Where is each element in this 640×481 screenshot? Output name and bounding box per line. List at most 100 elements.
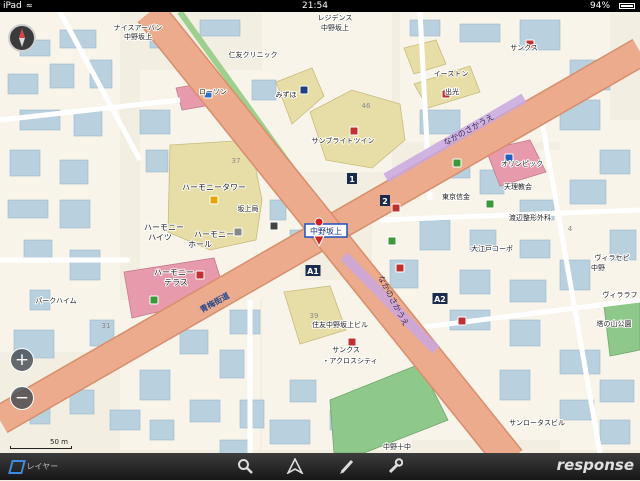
layers-button[interactable]: レイヤー — [8, 455, 70, 478]
poi-icon[interactable] — [457, 316, 467, 326]
building — [409, 19, 441, 37]
poi-icon[interactable] — [387, 236, 397, 246]
label-nakano-juchu: 中野十中 — [383, 442, 411, 451]
park-tou-no-yama — [603, 299, 640, 357]
scale-line — [10, 446, 72, 449]
building — [7, 73, 39, 95]
poi-icon[interactable] — [485, 199, 495, 209]
label-residence-2: 中野坂上 — [321, 23, 349, 32]
building-number: 39 — [310, 312, 319, 320]
building — [219, 349, 245, 379]
label-nice-urban: ナイスアーバン — [114, 24, 163, 32]
label-harmony-terrace-2: テラス — [164, 278, 188, 287]
map-canvas[interactable]: 青梅街道なかのさかうえなかのさかうえ463731394ナイスアーバンナイスアーバ… — [0, 12, 640, 453]
building — [139, 369, 171, 401]
label-villa-sequoia: ヴィラセピ — [595, 253, 630, 262]
label-park-tou: 塔の山公園 — [597, 319, 632, 328]
label-harmony-heights: ハーモニー — [144, 223, 184, 232]
label-tenri: 天理教会 — [504, 182, 532, 191]
building — [519, 239, 551, 259]
poi-icon[interactable] — [452, 158, 462, 168]
scale-bar: 50 m — [10, 438, 72, 450]
clock: 21:54 — [302, 1, 328, 11]
compass-icon — [19, 29, 25, 47]
building — [145, 149, 169, 173]
exit-2: 2 — [382, 197, 388, 206]
label-sunroad: サンロータスビル — [509, 418, 565, 427]
battery-percent: 94% — [590, 1, 611, 11]
tools-button[interactable] — [384, 455, 406, 478]
pencil-icon — [340, 459, 354, 474]
building — [59, 159, 89, 185]
status-bar: iPad ≈ 21:54 94% — [0, 0, 640, 12]
building — [289, 379, 317, 403]
poi-icon[interactable] — [233, 227, 243, 237]
building — [599, 419, 631, 445]
search-button[interactable] — [234, 455, 256, 478]
navigate-icon — [286, 457, 304, 476]
poi-icon[interactable] — [149, 295, 159, 305]
building — [73, 109, 103, 137]
label-idemitsu: 出光 — [445, 87, 459, 96]
building — [419, 219, 451, 251]
zoom-in-button[interactable]: + — [10, 348, 34, 372]
building — [229, 309, 261, 335]
navigate-button[interactable] — [284, 455, 306, 478]
building — [189, 399, 221, 423]
exit-1: 1 — [349, 175, 355, 184]
zoom-out-button[interactable]: − — [10, 386, 34, 410]
label-oedo-corp: 大江戸コーポ — [471, 244, 513, 253]
building — [269, 419, 311, 445]
poi-icon[interactable] — [349, 126, 359, 136]
label-sunks-across: サンクス — [332, 346, 360, 354]
label-sakaue-kyoku: 坂上局 — [238, 204, 259, 213]
poi-icon[interactable] — [209, 195, 219, 205]
building — [569, 179, 607, 205]
building — [49, 63, 75, 89]
label-olympic: オリンピック — [501, 160, 543, 168]
poi-icon[interactable] — [347, 337, 357, 347]
building — [109, 409, 141, 431]
building — [499, 369, 531, 401]
poi-icon[interactable] — [269, 221, 279, 231]
label-lawson: ローソン — [199, 88, 227, 96]
wifi-icon: ≈ — [26, 1, 33, 10]
building — [509, 279, 547, 303]
building — [459, 269, 491, 295]
device-name: iPad — [3, 1, 22, 11]
layers-icon — [8, 459, 26, 474]
battery-icon — [619, 3, 635, 9]
exit-a1: A1 — [307, 267, 319, 276]
label-sumitomo: 住友中野坂上ビル — [312, 320, 368, 329]
layers-label: レイヤー — [26, 462, 59, 471]
poi-icon[interactable] — [299, 85, 309, 95]
poi-icon[interactable] — [395, 263, 405, 273]
watermark-text: response — [556, 456, 634, 474]
watermark: response — [528, 454, 634, 476]
label-park-heim: パークハイム — [35, 297, 76, 305]
building-number: 37 — [232, 157, 241, 165]
label-sunks-across-2: ・アクロスシティ — [322, 357, 377, 365]
building — [559, 349, 601, 375]
label-tokyo-shinkin: 東京信金 — [442, 192, 470, 201]
poi-icon[interactable] — [195, 270, 205, 280]
label-nice-urban-2: 中野坂上 — [124, 32, 152, 41]
exit-a2: A2 — [434, 295, 446, 304]
label-watanabe-clinic: 渡辺整形外科 — [509, 213, 551, 222]
map-view[interactable]: 青梅街道 なかのさかうえ なかのさかうえ 46 37 31 39 4 ナイスアーバン ナイスアーバ… — [0, 12, 640, 453]
label-residence: レジデンス — [318, 13, 353, 22]
poi-icon[interactable] — [391, 203, 401, 213]
building — [59, 199, 91, 229]
compass-button[interactable] — [8, 24, 36, 52]
edit-button[interactable] — [336, 455, 358, 478]
label-villa-lafo: ヴィララフ — [603, 290, 638, 299]
wrench-icon — [388, 458, 404, 474]
station-icon[interactable] — [314, 217, 324, 227]
building — [69, 249, 101, 281]
label-eastone: イーストン — [434, 70, 469, 78]
station-label[interactable]: 中野坂上 — [310, 226, 342, 236]
building — [599, 379, 635, 403]
scale-label: 50 m — [50, 438, 68, 446]
building-number: 4 — [568, 225, 573, 233]
building — [7, 199, 49, 219]
